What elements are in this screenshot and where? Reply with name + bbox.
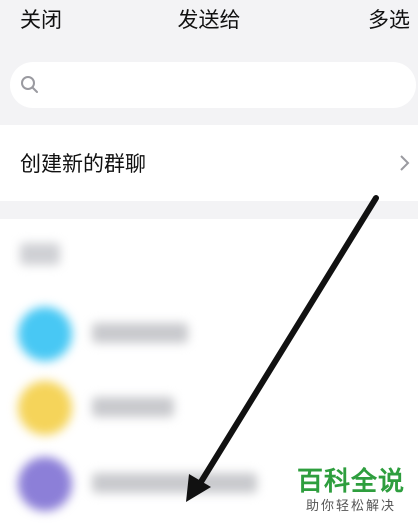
search-input[interactable] — [50, 70, 404, 102]
page-title: 发送给 — [177, 8, 241, 32]
top-bar: 关闭 发送给 多选 — [0, 0, 418, 44]
search-icon — [21, 76, 38, 93]
contact-name — [92, 323, 188, 343]
create-group-row[interactable]: 创建新的群聊 — [0, 125, 418, 201]
create-group-label: 创建新的群聊 — [20, 152, 146, 176]
search-bar[interactable] — [10, 62, 416, 108]
list-item[interactable] — [0, 373, 418, 443]
contact-name — [92, 473, 257, 493]
recent-section-header — [20, 243, 60, 265]
contact-name — [92, 397, 174, 417]
watermark-main: 百科全说 — [296, 467, 405, 497]
avatar — [18, 307, 72, 361]
watermark-sub: 助你轻松解决 — [305, 499, 396, 514]
chevron-right-icon — [400, 155, 410, 171]
multi-select-button[interactable]: 多选 — [368, 4, 410, 34]
list-item[interactable] — [0, 299, 418, 369]
avatar — [18, 457, 72, 511]
avatar — [18, 381, 72, 435]
watermark-logo: 百科全说 助你轻松解决 — [292, 466, 410, 522]
